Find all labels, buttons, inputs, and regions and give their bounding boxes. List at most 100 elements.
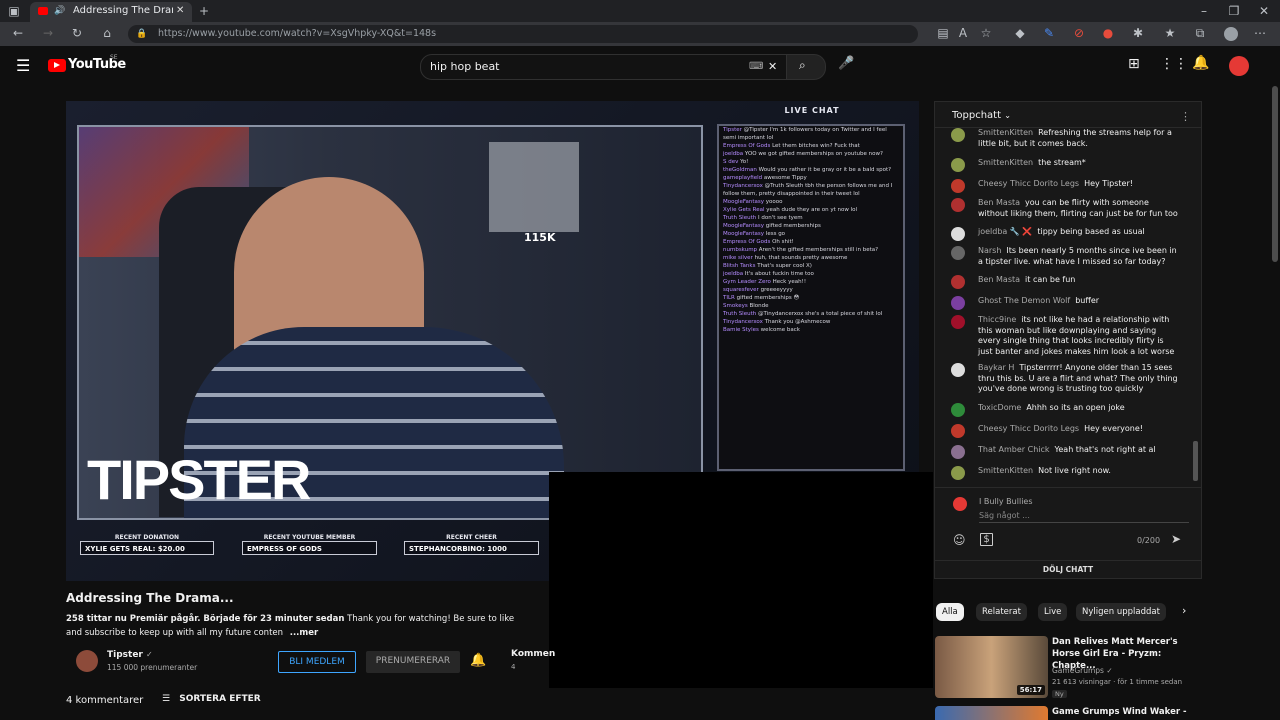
chat-avatar[interactable] bbox=[951, 179, 965, 193]
back-icon[interactable]: ← bbox=[8, 22, 28, 44]
chat-message[interactable]: SmittenKitten Not live right now. bbox=[948, 466, 1188, 480]
browser-tab[interactable]: 🔊 Addressing The Drama... ✕ bbox=[30, 2, 192, 22]
more-menu-icon[interactable]: ⋯ bbox=[1250, 22, 1270, 44]
chat-avatar[interactable] bbox=[951, 315, 965, 329]
chat-avatar[interactable] bbox=[951, 424, 965, 438]
voice-search-icon[interactable]: 🎤 bbox=[838, 56, 854, 71]
reader-icon[interactable]: ▤ bbox=[933, 22, 953, 44]
sort-comments-button[interactable]: ☰ SORTERA EFTER bbox=[162, 694, 261, 704]
clear-search-icon[interactable]: ✕ bbox=[768, 55, 777, 79]
keyboard-icon[interactable]: ⌨ bbox=[749, 55, 763, 79]
chip-related[interactable]: Relaterat bbox=[976, 603, 1027, 621]
page-scrollbar[interactable] bbox=[1272, 86, 1278, 262]
notifications-bell-icon[interactable]: 🔔 bbox=[1192, 55, 1209, 71]
chat-author[interactable]: Thicc9ine bbox=[978, 315, 1016, 324]
chat-avatar[interactable] bbox=[951, 275, 965, 289]
chip-all[interactable]: Alla bbox=[936, 603, 964, 621]
chat-mode-dropdown[interactable]: Toppchatt ⌄ bbox=[952, 110, 1011, 121]
translate-icon[interactable]: A bbox=[953, 22, 973, 44]
video-description[interactable]: 258 tittar nu Premiär pågår. Började för… bbox=[66, 612, 546, 640]
chat-avatar[interactable] bbox=[951, 403, 965, 417]
chevron-right-icon[interactable]: › bbox=[1182, 604, 1186, 617]
chat-author[interactable]: SmittenKitten bbox=[978, 128, 1033, 137]
chat-scrollbar[interactable] bbox=[1193, 441, 1198, 481]
youtube-logo-icon[interactable] bbox=[48, 59, 66, 72]
extensions-icon[interactable]: ✱ bbox=[1128, 22, 1148, 44]
close-window-icon[interactable]: ✕ bbox=[1254, 0, 1274, 22]
chat-avatar[interactable] bbox=[951, 198, 965, 212]
extension-block-icon[interactable]: ⊘ bbox=[1069, 22, 1089, 44]
chat-more-icon[interactable]: ⋮ bbox=[1180, 110, 1191, 123]
audio-icon[interactable]: 🔊 bbox=[54, 2, 65, 20]
channel-name[interactable]: Tipster ✓ bbox=[107, 650, 153, 660]
show-more-link[interactable]: ...mer bbox=[290, 628, 319, 638]
chip-live[interactable]: Live bbox=[1038, 603, 1068, 621]
send-icon[interactable]: ➤ bbox=[1171, 532, 1181, 546]
home-icon[interactable]: ⌂ bbox=[97, 22, 117, 44]
chat-avatar[interactable] bbox=[951, 246, 965, 260]
chat-message[interactable]: Cheesy Thicc Dorito Legs Hey everyone! bbox=[948, 424, 1188, 438]
chat-author[interactable]: Cheesy Thicc Dorito Legs bbox=[978, 424, 1079, 433]
hamburger-menu-icon[interactable]: ☰ bbox=[16, 56, 30, 75]
chat-message[interactable]: Thicc9ine its not like he had a relations… bbox=[948, 315, 1188, 356]
chat-message[interactable]: joeldba 🔧 ❌ tippy being based as usual bbox=[948, 227, 1188, 241]
chat-author[interactable]: ToxicDome bbox=[978, 403, 1021, 412]
chat-avatar[interactable] bbox=[951, 363, 965, 377]
related-thumbnail[interactable]: 56:17 bbox=[935, 636, 1048, 698]
chat-avatar[interactable] bbox=[951, 466, 965, 480]
emoji-icon[interactable]: ☺ bbox=[953, 533, 966, 547]
chat-message[interactable]: Ghost The Demon Wolf buffer bbox=[948, 296, 1188, 310]
chat-avatar[interactable] bbox=[951, 445, 965, 459]
chat-message[interactable]: Ben Masta you can be flirty with someone … bbox=[948, 198, 1188, 222]
chat-message[interactable]: ToxicDome Ahhh so its an open joke bbox=[948, 403, 1188, 417]
extension-shield-icon[interactable]: ◆ bbox=[1010, 22, 1030, 44]
subscribe-button[interactable]: PRENUMERERAR bbox=[366, 651, 460, 673]
chat-message[interactable]: That Amber Chick Yeah that's not right at… bbox=[948, 445, 1188, 459]
channel-avatar[interactable] bbox=[76, 650, 98, 672]
forward-icon[interactable]: → bbox=[38, 22, 58, 44]
chat-avatar[interactable] bbox=[951, 128, 965, 142]
collections-icon[interactable]: ⧉ bbox=[1190, 22, 1210, 44]
reload-icon[interactable]: ↻ bbox=[67, 22, 87, 44]
notification-bell-icon[interactable]: 🔔 bbox=[470, 653, 486, 668]
profile-avatar[interactable] bbox=[1224, 27, 1238, 41]
related-title-2[interactable]: Game Grumps Wind Waker - bbox=[1052, 707, 1187, 717]
chat-author[interactable]: Ben Masta bbox=[978, 198, 1020, 207]
chat-author[interactable]: SmittenKitten bbox=[978, 466, 1033, 475]
close-tab-icon[interactable]: ✕ bbox=[176, 2, 184, 20]
search-button[interactable]: ⌕ bbox=[786, 54, 826, 80]
chat-author[interactable]: Narsh bbox=[978, 246, 1001, 255]
favorite-icon[interactable]: ☆ bbox=[976, 22, 996, 44]
user-avatar[interactable] bbox=[1229, 56, 1249, 76]
chip-recently-uploaded[interactable]: Nyligen uppladdat bbox=[1076, 603, 1166, 621]
search-input[interactable]: hip hop beat ⌨ ✕ bbox=[420, 54, 787, 80]
extension-p-icon[interactable]: ● bbox=[1098, 22, 1118, 44]
chat-message[interactable]: Baykar H Tipsterrrrr! Anyone older than 1… bbox=[948, 363, 1188, 397]
new-tab-icon[interactable]: + bbox=[194, 0, 214, 22]
super-chat-icon[interactable]: $ bbox=[980, 533, 993, 546]
hide-chat-button[interactable]: DÖLJ CHATT bbox=[935, 565, 1201, 574]
url-field[interactable]: 🔒 https://www.youtube.com/watch?v=XsgVhp… bbox=[128, 25, 918, 43]
favorites-bar-icon[interactable]: ★ bbox=[1160, 22, 1180, 44]
chat-author[interactable]: Cheesy Thicc Dorito Legs bbox=[978, 179, 1079, 188]
chat-message[interactable]: SmittenKitten the stream* bbox=[948, 158, 1188, 172]
chat-message[interactable]: Cheesy Thicc Dorito Legs Hey Tipster! bbox=[948, 179, 1188, 193]
chat-author[interactable]: Baykar H bbox=[978, 363, 1014, 372]
chat-author[interactable]: joeldba 🔧 ❌ bbox=[978, 227, 1032, 236]
related-channel[interactable]: GameGrumps ✓ bbox=[1052, 666, 1113, 675]
related-thumbnail-2[interactable] bbox=[935, 706, 1048, 720]
extension-pen-icon[interactable]: ✎ bbox=[1039, 22, 1059, 44]
minimize-icon[interactable]: – bbox=[1194, 0, 1214, 22]
chat-author[interactable]: Ben Masta bbox=[978, 275, 1020, 284]
join-button[interactable]: BLI MEDLEM bbox=[278, 651, 356, 673]
chat-message[interactable]: SmittenKitten Refreshing the streams help… bbox=[948, 128, 1188, 148]
create-video-icon[interactable]: ⊞ bbox=[1128, 56, 1140, 72]
chat-message-input[interactable]: Säg något ... bbox=[979, 511, 1189, 523]
window-menu-icon[interactable]: ▣ bbox=[4, 0, 24, 22]
chat-author[interactable]: SmittenKitten bbox=[978, 158, 1033, 167]
chat-author[interactable]: That Amber Chick bbox=[978, 445, 1050, 454]
chat-avatar[interactable] bbox=[951, 296, 965, 310]
chat-author[interactable]: Ghost The Demon Wolf bbox=[978, 296, 1070, 305]
chat-message[interactable]: Ben Masta it can be fun bbox=[948, 275, 1188, 289]
maximize-icon[interactable]: ❐ bbox=[1224, 0, 1244, 22]
